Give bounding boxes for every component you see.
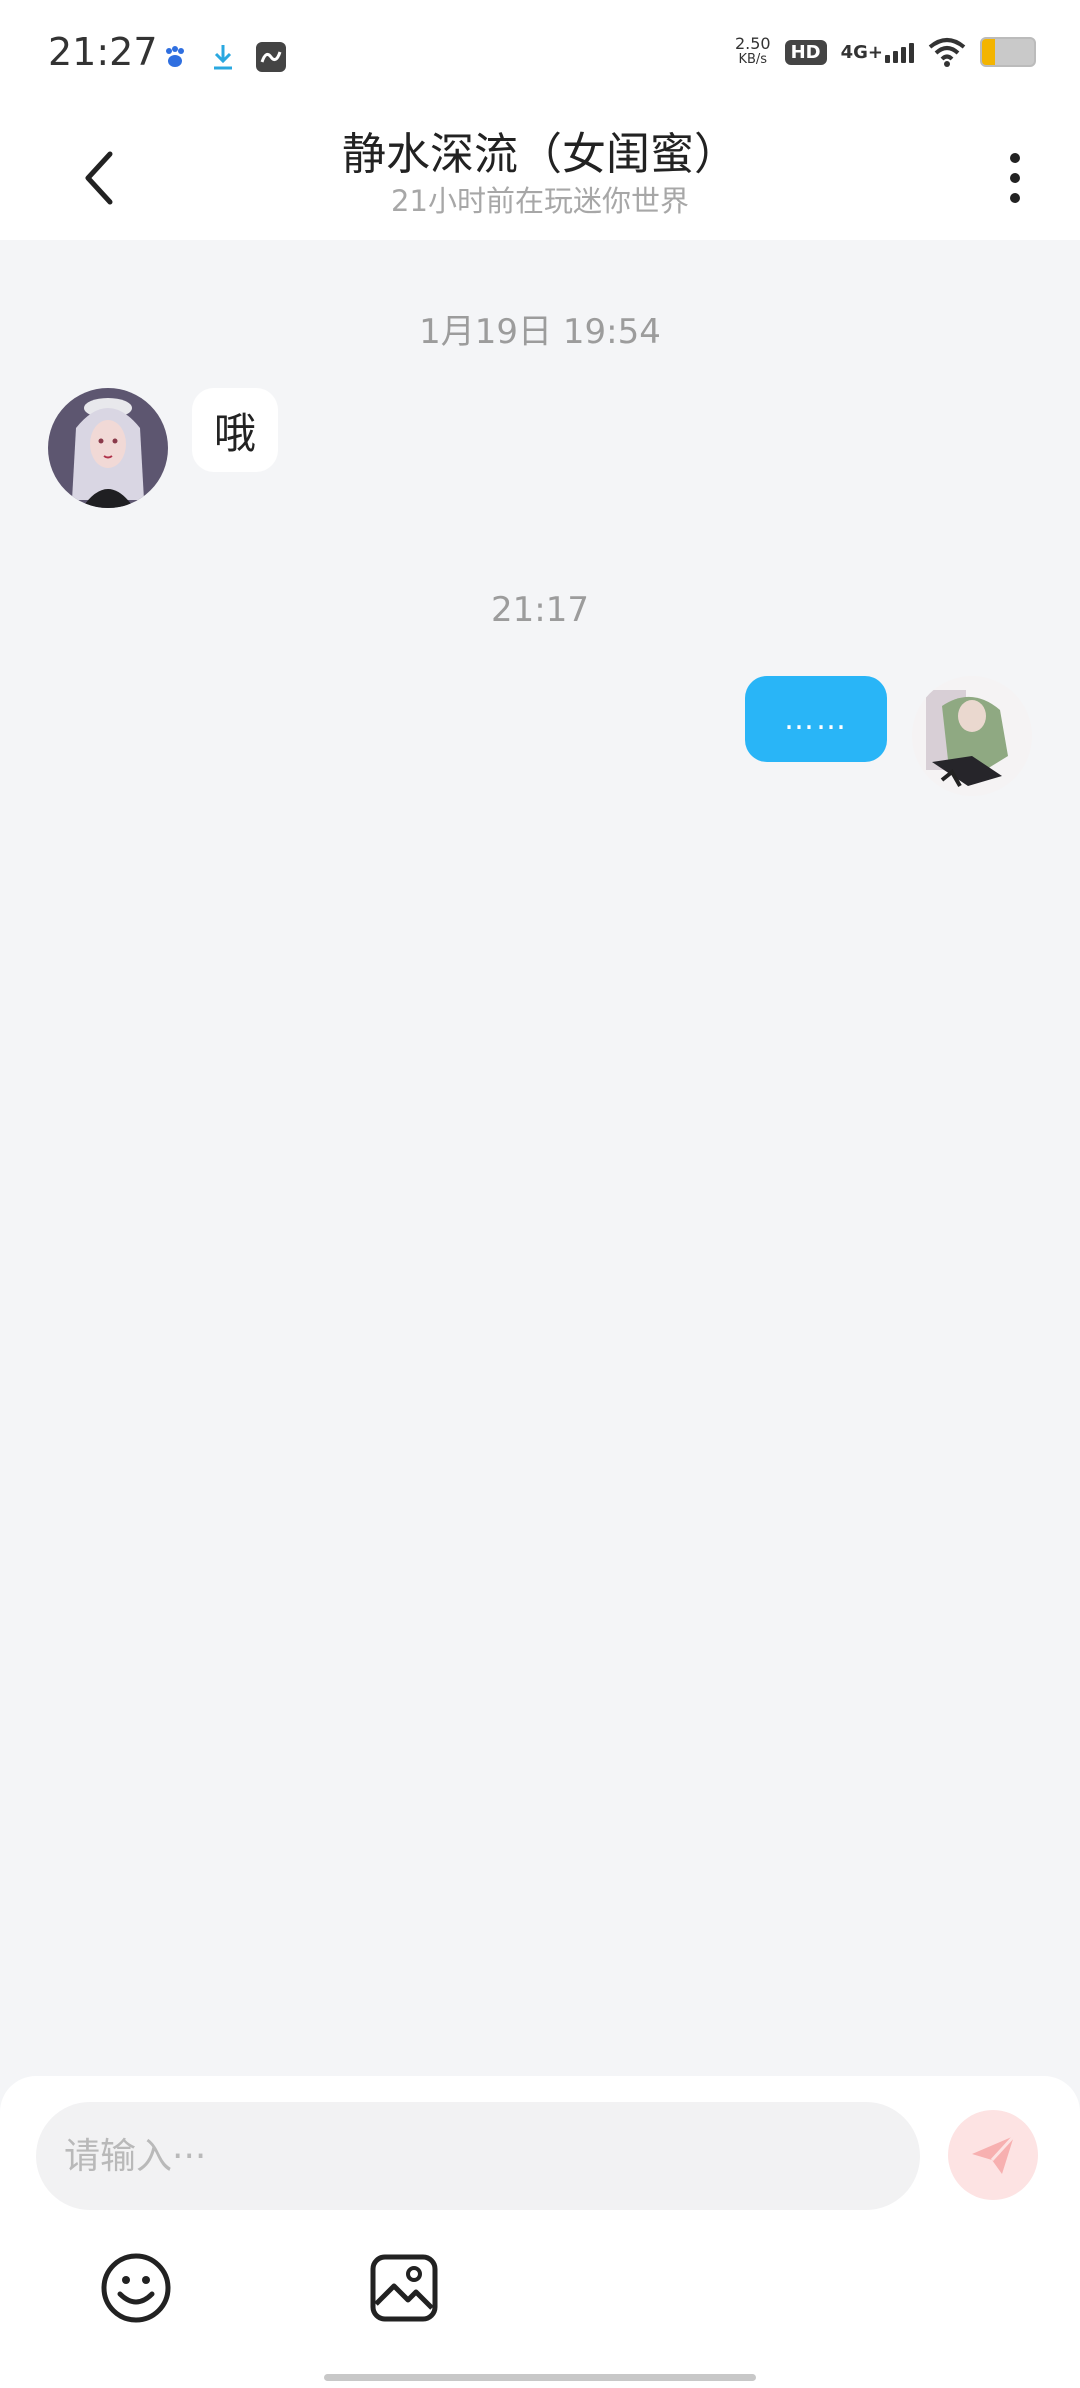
more-dot-icon	[1010, 193, 1020, 203]
chat-title: 静水深流（女闺蜜）	[342, 129, 738, 180]
signal-indicator: 4G+	[841, 42, 914, 63]
chat-subtitle: 21小时前在玩迷你世界	[391, 184, 689, 218]
download-icon	[208, 42, 238, 72]
message-timestamp: 21:17	[491, 590, 589, 630]
image-button[interactable]	[364, 2248, 444, 2328]
app-icon	[256, 42, 286, 72]
status-bar: 21:27 2.50 KB/s HD 4G+	[0, 0, 1080, 110]
net-speed-unit: KB/s	[738, 52, 768, 67]
emoji-button[interactable]	[96, 2248, 176, 2328]
image-icon	[370, 2254, 438, 2322]
net-speed: 2.50 KB/s	[735, 36, 771, 68]
my-avatar[interactable]	[912, 676, 1032, 796]
more-dot-icon	[1010, 153, 1020, 163]
message-text: ……	[784, 701, 848, 737]
input-panel	[0, 2076, 1080, 2388]
status-right-group: 2.50 KB/s HD 4G+	[735, 36, 1036, 68]
message-bubble-received[interactable]: 哦	[192, 388, 279, 472]
wifi-icon	[928, 38, 966, 67]
chat-header: 静水深流（女闺蜜） 21小时前在玩迷你世界	[0, 110, 1080, 240]
more-dot-icon	[1010, 173, 1020, 183]
send-button[interactable]	[948, 2110, 1038, 2200]
status-notification-icons	[160, 42, 286, 72]
home-indicator[interactable]	[324, 2374, 756, 2381]
status-time: 21:27	[48, 30, 158, 74]
message-timestamp: 1月19日 19:54	[419, 312, 661, 352]
network-type-label: 4G+	[840, 41, 883, 63]
smiley-icon	[101, 2253, 171, 2323]
hd-badge: HD	[784, 39, 827, 65]
more-options-button[interactable]	[990, 140, 1040, 216]
baidu-paw-icon	[160, 42, 190, 72]
message-input[interactable]	[36, 2102, 920, 2210]
send-icon	[972, 2134, 1016, 2174]
message-text: 哦	[214, 408, 257, 458]
battery-icon	[980, 37, 1036, 67]
contact-avatar[interactable]	[48, 388, 168, 508]
signal-bars-icon	[885, 42, 914, 63]
message-bubble-sent[interactable]: ……	[745, 676, 887, 762]
net-speed-value: 2.50	[734, 34, 771, 53]
